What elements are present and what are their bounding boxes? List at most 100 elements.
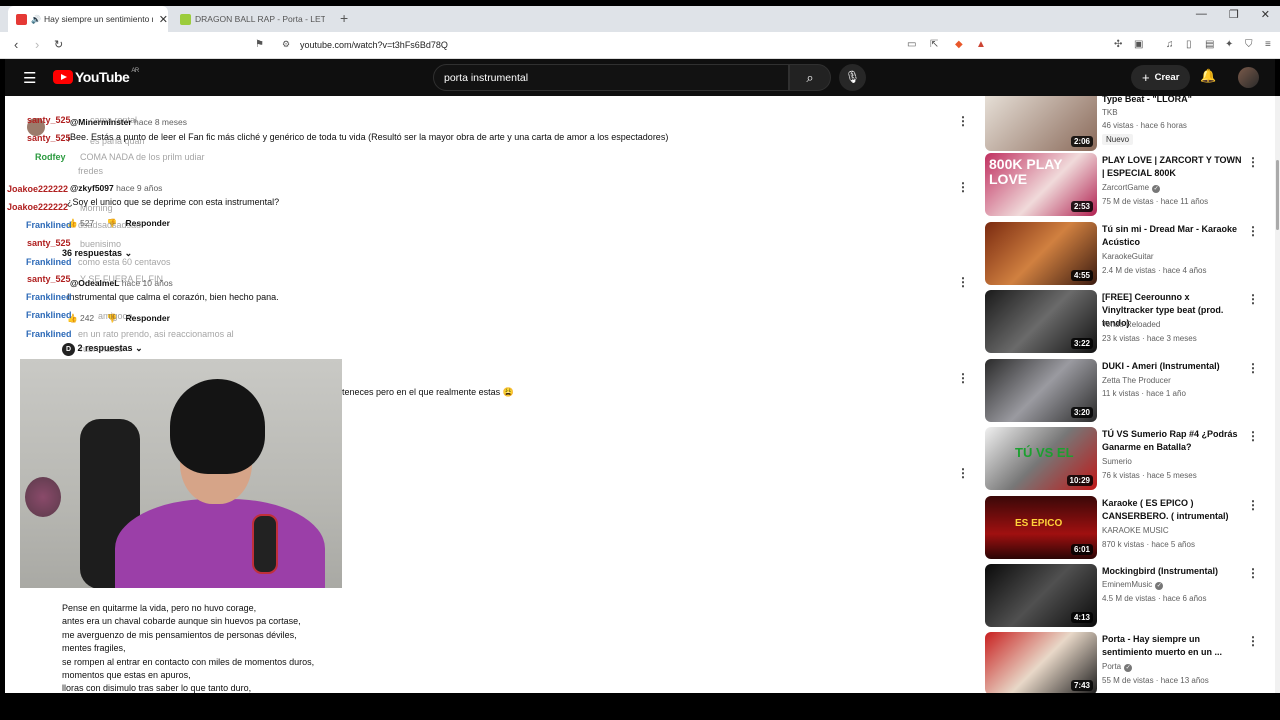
screenshot-icon[interactable]: ▣ — [1134, 39, 1143, 50]
rewards-icon[interactable]: ▲ — [976, 39, 986, 50]
video-thumbnail[interactable]: 3:20 — [985, 359, 1097, 422]
forward-icon[interactable]: › — [35, 37, 39, 52]
close-tab-icon[interactable]: ✕ — [159, 13, 168, 26]
site-info-icon[interactable]: ⚙ — [282, 39, 290, 50]
cast-icon[interactable]: ▭ — [907, 39, 916, 50]
sidebar-icon[interactable]: ▯ — [1186, 39, 1192, 50]
video-more-icon[interactable]: ⋮ — [1247, 224, 1259, 238]
search-button[interactable]: ⌕ — [789, 64, 831, 91]
restore-icon[interactable]: ❐ — [1229, 8, 1239, 21]
channel-line: EminemMusic ✓ — [1102, 580, 1164, 590]
channel-name[interactable]: Tendo Reloaded — [1102, 320, 1160, 329]
notifications-bell-icon[interactable]: 🔔 — [1200, 68, 1216, 84]
video-thumbnail[interactable]: TÚ VS EL 10:29 — [985, 427, 1097, 490]
video-thumbnail[interactable]: ES EPICO 6:01 — [985, 496, 1097, 559]
chat-user: santy_525 — [27, 274, 71, 284]
video-more-icon[interactable]: ⋮ — [1247, 292, 1259, 306]
chat-user: Franklined — [26, 310, 72, 320]
channel-name[interactable]: KARAOKE MUSIC — [1102, 526, 1169, 535]
comment-time[interactable]: hace 9 años — [116, 183, 162, 193]
comment-author[interactable]: @zkyf5097 — [70, 183, 114, 193]
recommendation-item[interactable]: ES EPICO 6:01 Karaoke ( ES EPICO ) CANSE… — [985, 496, 1275, 561]
video-duration: 10:29 — [1066, 475, 1093, 486]
menu-icon[interactable]: ≡ — [1265, 39, 1271, 50]
video-more-icon[interactable]: ⋮ — [1247, 566, 1259, 580]
video-meta: 11 k vistas · hace 1 año — [1102, 389, 1186, 398]
chat-message: en un rato prendo, asi reaccionamos al — [78, 329, 234, 339]
video-more-icon[interactable]: ⋮ — [1247, 155, 1259, 169]
video-thumbnail[interactable]: 2:06 — [985, 96, 1097, 151]
channel-name[interactable]: Sumerio — [1102, 457, 1132, 466]
video-title[interactable]: Type Beat - "LLORA" — [1102, 96, 1242, 106]
tab-title: Hay siempre un sentimiento m — [43, 14, 153, 24]
video-more-icon[interactable]: ⋮ — [1247, 498, 1259, 512]
reload-icon[interactable]: ↻ — [54, 38, 63, 51]
vpn-icon[interactable]: ⛉ — [1245, 39, 1253, 50]
video-thumbnail[interactable]: 800K PLAY LOVE 2:53 — [985, 153, 1097, 216]
comment-time[interactable]: hace 8 meses — [134, 117, 187, 127]
video-title[interactable]: PLAY LOVE | ZARCORT Y TOWN | ESPECIAL 80… — [1102, 154, 1242, 180]
share-icon[interactable]: ⇱ — [930, 39, 938, 50]
lyric-line: mentes fragiles, — [62, 643, 126, 654]
recommendation-item[interactable]: 800K PLAY LOVE 2:53 PLAY LOVE | ZARCORT … — [985, 153, 1275, 218]
video-title[interactable]: Karaoke ( ES EPICO ) CANSERBERO. ( intru… — [1102, 497, 1242, 523]
youtube-logo[interactable]: YouTube AR — [53, 68, 139, 85]
comment-more-icon[interactable]: ⋮ — [957, 180, 969, 194]
brave-shield-icon[interactable]: ◆ — [955, 39, 963, 50]
video-title[interactable]: DUKI - Ameri (Instrumental) — [1102, 360, 1242, 373]
video-duration: 4:55 — [1070, 270, 1093, 281]
video-more-icon[interactable]: ⋮ — [1247, 361, 1259, 375]
channel-name[interactable]: TKB — [1102, 108, 1118, 117]
recommendation-item[interactable]: 4:55 Tú sin mi - Dread Mar - Karaoke Acú… — [985, 222, 1275, 287]
create-button[interactable]: + Crear — [1131, 65, 1191, 90]
channel-name[interactable]: Zetta The Producer — [1102, 376, 1171, 385]
video-title[interactable]: Tú sin mi - Dread Mar - Karaoke Acústico — [1102, 223, 1242, 249]
tab-letras[interactable]: DRAGON BALL RAP - Porta - LETRAS — [172, 6, 332, 32]
leo-icon[interactable]: ✦ — [1225, 39, 1233, 50]
video-thumbnail[interactable]: 4:13 — [985, 564, 1097, 627]
video-more-icon[interactable]: ⋮ — [1247, 634, 1259, 648]
video-duration: 4:13 — [1070, 612, 1093, 623]
video-thumbnail[interactable]: 7:43 — [985, 632, 1097, 693]
comment-more-icon[interactable]: ⋮ — [957, 371, 969, 385]
user-avatar[interactable] — [1238, 67, 1259, 88]
channel-name[interactable]: Porta — [1102, 662, 1121, 671]
bookmark-icon[interactable]: ⚑ — [255, 39, 264, 50]
comment-more-icon[interactable]: ⋮ — [957, 466, 969, 480]
comment-more-icon[interactable]: ⋮ — [957, 114, 969, 128]
hamburger-menu-icon[interactable]: ☰ — [23, 69, 36, 87]
scrollbar-thumb[interactable] — [1276, 160, 1279, 230]
recommendation-item[interactable]: 2:06 Type Beat - "LLORA" TKB 46 vistas ·… — [985, 96, 1275, 153]
recommendation-item[interactable]: TÚ VS EL 10:29 TÚ VS Sumerio Rap #4 ¿Pod… — [985, 427, 1275, 492]
extensions-icon[interactable]: ✣ — [1114, 39, 1122, 50]
recommendation-item[interactable]: 3:20 DUKI - Ameri (Instrumental) Zetta T… — [985, 359, 1275, 424]
back-icon[interactable]: ‹ — [14, 37, 18, 52]
chevron-down-icon: ⌄ — [135, 343, 143, 353]
video-thumbnail[interactable]: 3:22 — [985, 290, 1097, 353]
video-title[interactable]: Mockingbird (Instrumental) — [1102, 565, 1242, 578]
recommendation-item[interactable]: 7:43 Porta - Hay siempre un sentimiento … — [985, 632, 1275, 693]
close-window-icon[interactable]: ✕ — [1261, 8, 1270, 21]
region-code: AR — [131, 68, 139, 74]
tab-youtube[interactable]: 🔊 Hay siempre un sentimiento m ✕ — [8, 6, 168, 32]
video-title[interactable]: TÚ VS Sumerio Rap #4 ¿Podrás Ganarme en … — [1102, 428, 1242, 454]
video-more-icon[interactable]: ⋮ — [1247, 429, 1259, 443]
address-bar[interactable]: youtube.com/watch?v=t3hFs6Bd78Q — [300, 40, 448, 50]
video-thumbnail[interactable]: 4:55 — [985, 222, 1097, 285]
voice-search-button[interactable]: 🎙 — [839, 64, 866, 91]
music-icon[interactable]: ♫ — [1166, 39, 1174, 50]
minimize-icon[interactable]: — — [1196, 8, 1207, 21]
wallet-icon[interactable]: ▤ — [1205, 39, 1214, 50]
search-input[interactable]: porta instrumental — [433, 64, 789, 91]
channel-name[interactable]: ZarcortGame — [1102, 183, 1149, 192]
like-count: 242 — [79, 313, 95, 323]
new-tab-icon[interactable]: + — [340, 10, 348, 26]
microphone-icon: 🎙 — [844, 70, 861, 84]
channel-name[interactable]: EminemMusic — [1102, 580, 1152, 589]
recommendation-item[interactable]: 4:13 Mockingbird (Instrumental) EminemMu… — [985, 564, 1275, 629]
video-title[interactable]: Porta - Hay siempre un sentimiento muert… — [1102, 633, 1242, 659]
comment-text: ¡Bee. Estás a punto de leer el Fan fic m… — [67, 132, 669, 142]
channel-name[interactable]: KaraokeGuitar — [1102, 252, 1154, 261]
comment-more-icon[interactable]: ⋮ — [957, 275, 969, 289]
recommendation-item[interactable]: 3:22 [FREE] Ceerounno x Vinyltracker typ… — [985, 290, 1275, 355]
